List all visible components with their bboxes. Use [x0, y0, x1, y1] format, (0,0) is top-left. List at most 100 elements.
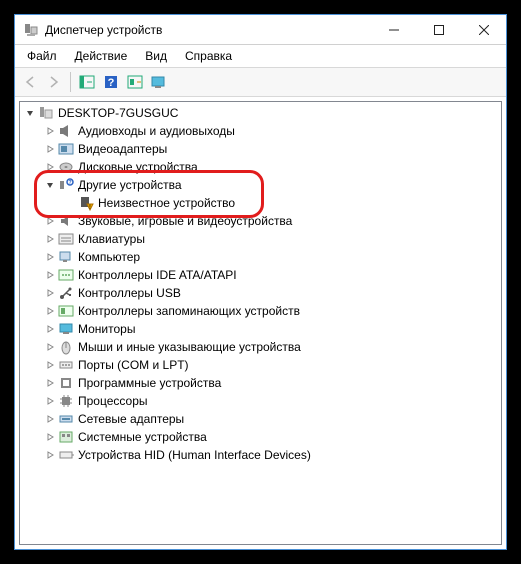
tree-node-label: Видеоадаптеры — [78, 142, 167, 156]
tree-node-label: Устройства HID (Human Interface Devices) — [78, 448, 311, 462]
tree-node-label: Мониторы — [78, 322, 135, 336]
chevron-right-icon[interactable] — [44, 359, 56, 371]
tree-node-label: Другие устройства — [78, 178, 182, 192]
chevron-right-icon[interactable] — [44, 215, 56, 227]
chevron-down-icon[interactable] — [44, 179, 56, 191]
chevron-right-icon[interactable] — [44, 413, 56, 425]
tree-node-other[interactable]: ? Другие устройства — [20, 176, 501, 194]
tree-node-label: Дисковые устройства — [78, 160, 198, 174]
tree-node-label: Сетевые адаптеры — [78, 412, 184, 426]
unknown-warn-icon: ! — [78, 195, 94, 211]
chevron-right-icon[interactable] — [44, 233, 56, 245]
titlebar: Диспетчер устройств — [15, 15, 506, 45]
system-icon — [58, 429, 74, 445]
scan-hardware-button[interactable] — [124, 71, 146, 93]
tree-node-label: Порты (COM и LPT) — [78, 358, 189, 372]
sound-icon — [58, 213, 74, 229]
other-icon: ? — [58, 177, 74, 193]
tree-node-label: Программные устройства — [78, 376, 221, 390]
tree-node-disk[interactable]: Дисковые устройства — [20, 158, 501, 176]
tree-node-label: Мыши и иные указывающие устройства — [78, 340, 301, 354]
window: Диспетчер устройств Файл Действие Вид Сп… — [14, 14, 507, 550]
toolbar: ? — [15, 67, 506, 97]
tree-node-software[interactable]: Программные устройства — [20, 374, 501, 392]
tree-node-system[interactable]: Системные устройства — [20, 428, 501, 446]
chevron-down-icon[interactable] — [24, 107, 36, 119]
tree-node-network[interactable]: Сетевые адаптеры — [20, 410, 501, 428]
tree-node-monitor[interactable]: Мониторы — [20, 320, 501, 338]
tree-node-speaker[interactable]: Аудиовходы и аудиовыходы — [20, 122, 501, 140]
chevron-right-icon[interactable] — [44, 341, 56, 353]
tree-node-mouse[interactable]: Мыши и иные указывающие устройства — [20, 338, 501, 356]
usb-icon — [58, 285, 74, 301]
help-button[interactable]: ? — [100, 71, 122, 93]
tree-root[interactable]: DESKTOP-7GUSGUC — [20, 104, 501, 122]
menu-file[interactable]: Файл — [19, 47, 65, 65]
view-devices-button[interactable] — [148, 71, 170, 93]
tree-node-label: Звуковые, игровые и видеоустройства — [78, 214, 292, 228]
tree-node-computer[interactable]: Компьютер — [20, 248, 501, 266]
tree-node-display-card[interactable]: Видеоадаптеры — [20, 140, 501, 158]
device-tree[interactable]: DESKTOP-7GUSGUC Аудиовходы и аудиовыходы… — [20, 104, 501, 464]
chevron-right-icon[interactable] — [44, 287, 56, 299]
tree-node-label: Неизвестное устройство — [98, 196, 235, 210]
menu-view[interactable]: Вид — [137, 47, 175, 65]
chevron-right-icon[interactable] — [44, 269, 56, 281]
tree-node-label: Контроллеры запоминающих устройств — [78, 304, 300, 318]
chevron-right-icon[interactable] — [44, 323, 56, 335]
network-icon — [58, 411, 74, 427]
disk-icon — [58, 159, 74, 175]
tree-node-label: Контроллеры IDE ATA/ATAPI — [78, 268, 237, 282]
hid-icon — [58, 447, 74, 463]
tree-node-keyboard[interactable]: Клавиатуры — [20, 230, 501, 248]
tree-node-label: Компьютер — [78, 250, 140, 264]
maximize-button[interactable] — [416, 15, 461, 44]
chevron-right-icon[interactable] — [44, 143, 56, 155]
chevron-right-icon[interactable] — [44, 161, 56, 173]
menubar: Файл Действие Вид Справка — [15, 45, 506, 67]
close-button[interactable] — [461, 15, 506, 44]
back-button[interactable] — [19, 71, 41, 93]
mouse-icon — [58, 339, 74, 355]
tree-node-label: Аудиовходы и аудиовыходы — [78, 124, 235, 138]
chevron-right-icon[interactable] — [44, 449, 56, 461]
port-icon — [58, 357, 74, 373]
cpu-icon — [58, 393, 74, 409]
toolbar-separator — [70, 72, 71, 92]
tree-node-label: Контроллеры USB — [78, 286, 181, 300]
tree-node-label: DESKTOP-7GUSGUC — [58, 106, 178, 120]
ide-icon — [58, 267, 74, 283]
menu-help[interactable]: Справка — [177, 47, 240, 65]
tree-node-ide[interactable]: Контроллеры IDE ATA/ATAPI — [20, 266, 501, 284]
chevron-right-icon[interactable] — [44, 305, 56, 317]
tree-node-cpu[interactable]: Процессоры — [20, 392, 501, 410]
monitor-icon — [58, 321, 74, 337]
forward-button[interactable] — [43, 71, 65, 93]
menu-action[interactable]: Действие — [67, 47, 136, 65]
tree-node-hid[interactable]: Устройства HID (Human Interface Devices) — [20, 446, 501, 464]
tree-node-label: Системные устройства — [78, 430, 207, 444]
minimize-button[interactable] — [371, 15, 416, 44]
root-icon — [38, 105, 54, 121]
tree-node-unknown-warn[interactable]: ! Неизвестное устройство — [20, 194, 501, 212]
tree-node-usb[interactable]: Контроллеры USB — [20, 284, 501, 302]
chevron-right-icon[interactable] — [44, 431, 56, 443]
display-card-icon — [58, 141, 74, 157]
chevron-right-icon[interactable] — [44, 125, 56, 137]
app-icon — [23, 22, 39, 38]
keyboard-icon — [58, 231, 74, 247]
tree-panel: DESKTOP-7GUSGUC Аудиовходы и аудиовыходы… — [19, 101, 502, 545]
tree-node-label: Процессоры — [78, 394, 148, 408]
computer-icon — [58, 249, 74, 265]
tree-node-label: Клавиатуры — [78, 232, 145, 246]
tree-node-port[interactable]: Порты (COM и LPT) — [20, 356, 501, 374]
svg-text:?: ? — [108, 77, 115, 89]
chevron-right-icon[interactable] — [44, 251, 56, 263]
software-icon — [58, 375, 74, 391]
storage-icon — [58, 303, 74, 319]
tree-node-sound[interactable]: Звуковые, игровые и видеоустройства — [20, 212, 501, 230]
show-hide-tree-button[interactable] — [76, 71, 98, 93]
chevron-right-icon[interactable] — [44, 377, 56, 389]
tree-node-storage[interactable]: Контроллеры запоминающих устройств — [20, 302, 501, 320]
chevron-right-icon[interactable] — [44, 395, 56, 407]
